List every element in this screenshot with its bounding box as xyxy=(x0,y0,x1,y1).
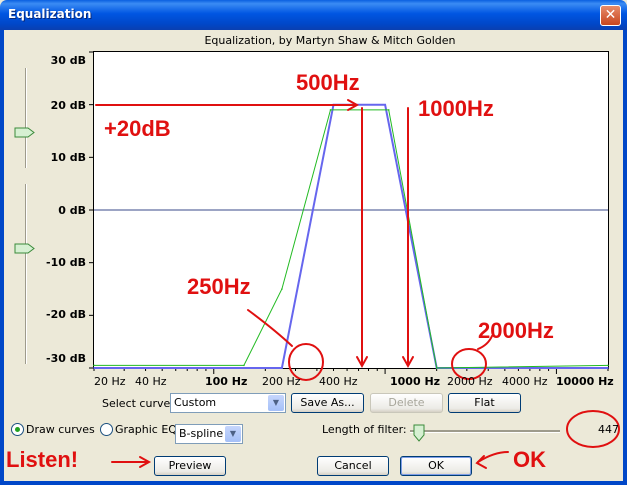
eq-curve-point xyxy=(607,367,609,369)
eq-curve-point xyxy=(435,367,438,369)
eq-curve-point xyxy=(607,364,609,367)
chevron-down-icon[interactable]: ▼ xyxy=(225,426,241,442)
filter-length-label: Length of filter: xyxy=(322,423,407,436)
x-tick-label: 20 Hz xyxy=(94,375,126,388)
x-tick-label: 200 Hz xyxy=(262,375,301,388)
flat-button[interactable]: Flat xyxy=(448,393,521,413)
x-tick-label: 400 Hz xyxy=(319,375,358,388)
pointer-250hz xyxy=(247,309,293,347)
draw-curves-label[interactable]: Draw curves xyxy=(26,423,95,436)
eq-curve-point xyxy=(281,367,283,369)
x-tick-label: 1000 Hz xyxy=(390,375,441,388)
eq-curve-point xyxy=(93,364,95,367)
select-curve-dropdown[interactable]: Custom ▼ xyxy=(170,393,286,413)
preview-button[interactable]: Preview xyxy=(154,456,226,476)
draw-curves-radio[interactable] xyxy=(11,423,24,436)
x-tick-label: 4000 Hz xyxy=(502,375,548,388)
annotation-500hz: 500Hz xyxy=(296,70,360,95)
x-tick-label: 40 Hz xyxy=(135,375,167,388)
eq-curve-point xyxy=(243,364,245,367)
annotation-250hz: 250Hz xyxy=(187,274,251,299)
graphic-eq-radio[interactable] xyxy=(100,423,113,436)
select-curve-label: Select curve: xyxy=(102,397,174,410)
filter-length-value: 447 xyxy=(598,423,619,436)
eq-curve-point xyxy=(384,103,386,106)
interpolation-dropdown[interactable]: B-spline ▼ xyxy=(175,424,243,444)
filter-length-slider-thumb[interactable] xyxy=(413,424,425,442)
annotation-2000hz: 2000Hz xyxy=(478,318,554,343)
save-as-button[interactable]: Save As... xyxy=(291,393,364,413)
eq-curve-point xyxy=(329,109,332,111)
ok-button[interactable]: OK xyxy=(400,456,472,476)
graphic-eq-label[interactable]: Graphic EQ xyxy=(115,423,177,436)
annotation-listen: Listen! xyxy=(6,447,79,472)
x-tick-label: 2000 Hz xyxy=(447,375,493,388)
eq-curve-point xyxy=(264,367,267,369)
eq-curve-point xyxy=(387,109,390,111)
chevron-down-icon[interactable]: ▼ xyxy=(268,395,284,411)
filter-length-slider-track[interactable] xyxy=(410,430,560,433)
annotation-ok: OK xyxy=(513,447,546,472)
x-tick-label: 10000 Hz xyxy=(556,375,614,388)
annotation-plus20db: +20dB xyxy=(104,116,171,141)
delete-button[interactable]: Delete xyxy=(370,393,443,413)
select-curve-value: Custom xyxy=(174,396,217,409)
cancel-button[interactable]: Cancel xyxy=(317,456,389,476)
eq-curve-point xyxy=(281,288,283,290)
interpolation-value: B-spline xyxy=(179,427,224,440)
annotation-1000hz: 1000Hz xyxy=(418,96,494,121)
x-tick-label: 100 Hz xyxy=(205,375,248,388)
eq-curve-point xyxy=(93,367,95,369)
